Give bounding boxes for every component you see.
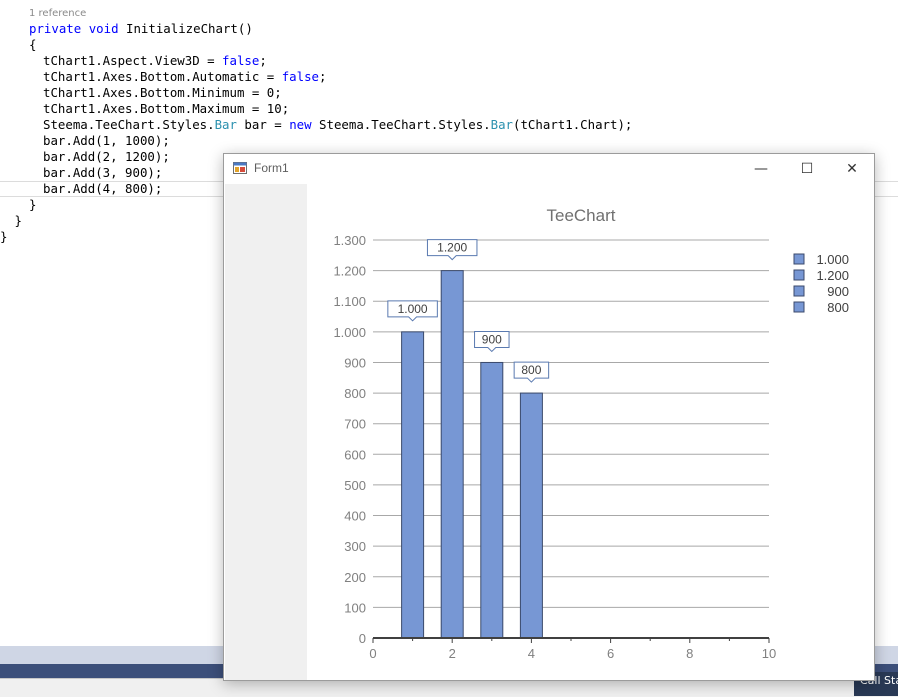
legend-entry: 800 <box>827 300 849 315</box>
x-tick-label: 4 <box>528 646 535 661</box>
code-token: Bar <box>214 117 237 132</box>
code-token: } <box>14 213 22 228</box>
x-tick-label: 10 <box>762 646 776 661</box>
legend-swatch <box>793 253 805 265</box>
bar <box>480 361 504 639</box>
y-tick-label: 100 <box>344 600 366 615</box>
codelens-references[interactable]: 1 reference <box>29 8 86 19</box>
bar-value-label: 1.000 <box>398 302 428 316</box>
code-token: new <box>289 117 312 132</box>
code-token: private <box>29 21 82 36</box>
close-button[interactable]: ✕ <box>829 154 875 184</box>
code-token: ; <box>319 69 327 84</box>
code-token: false <box>281 69 320 84</box>
y-tick-label: 900 <box>344 355 366 370</box>
code-line: bar.Add(4, 800); <box>43 181 162 197</box>
minimize-button[interactable]: — <box>738 154 784 184</box>
code-line: private void InitializeChart() <box>29 21 253 37</box>
code-line: bar.Add(3, 900); <box>43 165 162 181</box>
bar <box>401 331 425 639</box>
y-tick-label: 200 <box>344 570 366 585</box>
bar-value-label: 800 <box>521 363 541 377</box>
code-line: tChart1.Aspect.View3D = false; <box>43 53 267 69</box>
bar <box>519 392 543 639</box>
bar <box>440 270 464 639</box>
code-token: ; <box>259 53 267 68</box>
code-token: tChart1.Axes.Bottom.Automatic = <box>43 69 282 84</box>
code-line: { <box>29 37 36 53</box>
code-token: bar.Add(3, 900); <box>43 165 163 180</box>
bar-value-label: 900 <box>482 332 502 346</box>
legend-entry: 1.200 <box>816 268 849 283</box>
y-tick-label: 300 <box>344 539 366 554</box>
code-line: Steema.TeeChart.Styles.Bar bar = new Ste… <box>43 117 632 133</box>
code-line: tChart1.Axes.Bottom.Maximum = 10; <box>43 101 289 117</box>
code-line: bar.Add(2, 1200); <box>43 149 170 165</box>
x-tick-label: 2 <box>449 646 456 661</box>
y-tick-label: 400 <box>344 509 366 524</box>
code-token: Steema.TeeChart.Styles. <box>311 117 491 132</box>
form-app-icon <box>233 162 247 174</box>
y-tick-label: 500 <box>344 478 366 493</box>
chart-title: TeeChart <box>547 206 616 225</box>
code-line: } <box>15 213 22 229</box>
code-line: bar.Add(1, 1000); <box>43 133 170 149</box>
y-tick-label: 1.200 <box>333 264 366 279</box>
bar-chart: TeeChart01002003004005006007008009001.00… <box>333 206 849 661</box>
code-line: } <box>29 197 36 213</box>
code-token: } <box>0 229 8 244</box>
y-tick-label: 1.100 <box>333 294 366 309</box>
code-token: } <box>29 197 37 212</box>
maximize-button[interactable]: ☐ <box>784 154 830 184</box>
code-token: void <box>88 21 119 36</box>
left-panel <box>225 184 307 680</box>
code-line: tChart1.Axes.Bottom.Automatic = false; <box>43 69 327 85</box>
code-token: Steema.TeeChart.Styles. <box>43 117 215 132</box>
code-token: bar.Add(2, 1200); <box>43 149 170 164</box>
code-token: bar.Add(4, 800); <box>43 181 163 196</box>
bar-value-label: 1.200 <box>437 241 467 255</box>
y-tick-label: 600 <box>344 447 366 462</box>
legend-entry: 900 <box>827 284 849 299</box>
code-line: } <box>0 229 7 245</box>
y-tick-label: 1.300 <box>333 233 366 248</box>
teechart-control[interactable]: TeeChart 0 100 200 300 400 500 600 700 800 900 1.00… <box>307 184 874 680</box>
legend-entry: 1.000 <box>816 252 849 267</box>
y-tick-label: 1.000 <box>333 325 366 340</box>
x-tick-label: 0 <box>369 646 376 661</box>
y-tick-label: 0 <box>359 631 366 646</box>
code-token: { <box>29 37 37 52</box>
form1-window: Form1 — ☐ ✕ TeeChart 0 100 200 300 400 500 600 7… <box>223 153 875 681</box>
code-token: bar.Add(1, 1000); <box>43 133 170 148</box>
code-token: false <box>222 53 260 68</box>
code-token: InitializeChart() <box>118 21 253 36</box>
code-token: bar = <box>236 117 290 132</box>
legend-swatch <box>793 269 805 281</box>
y-tick-label: 700 <box>344 417 366 432</box>
window-title: Form1 <box>254 161 289 175</box>
code-token: (tChart1.Chart); <box>513 117 633 132</box>
title-bar[interactable]: Form1 — ☐ ✕ <box>224 154 874 184</box>
code-token: tChart1.Axes.Bottom.Minimum = 0; <box>43 85 282 100</box>
y-tick-label: 800 <box>344 386 366 401</box>
x-tick-label: 6 <box>607 646 614 661</box>
code-token: Bar <box>490 117 514 132</box>
legend-swatch <box>793 285 805 297</box>
legend-swatch <box>793 301 805 313</box>
code-line: tChart1.Axes.Bottom.Minimum = 0; <box>43 85 282 101</box>
code-token: tChart1.Axes.Bottom.Maximum = 10; <box>43 101 290 116</box>
x-tick-label: 8 <box>686 646 693 661</box>
code-token: tChart1.Aspect.View3D = <box>43 53 223 68</box>
